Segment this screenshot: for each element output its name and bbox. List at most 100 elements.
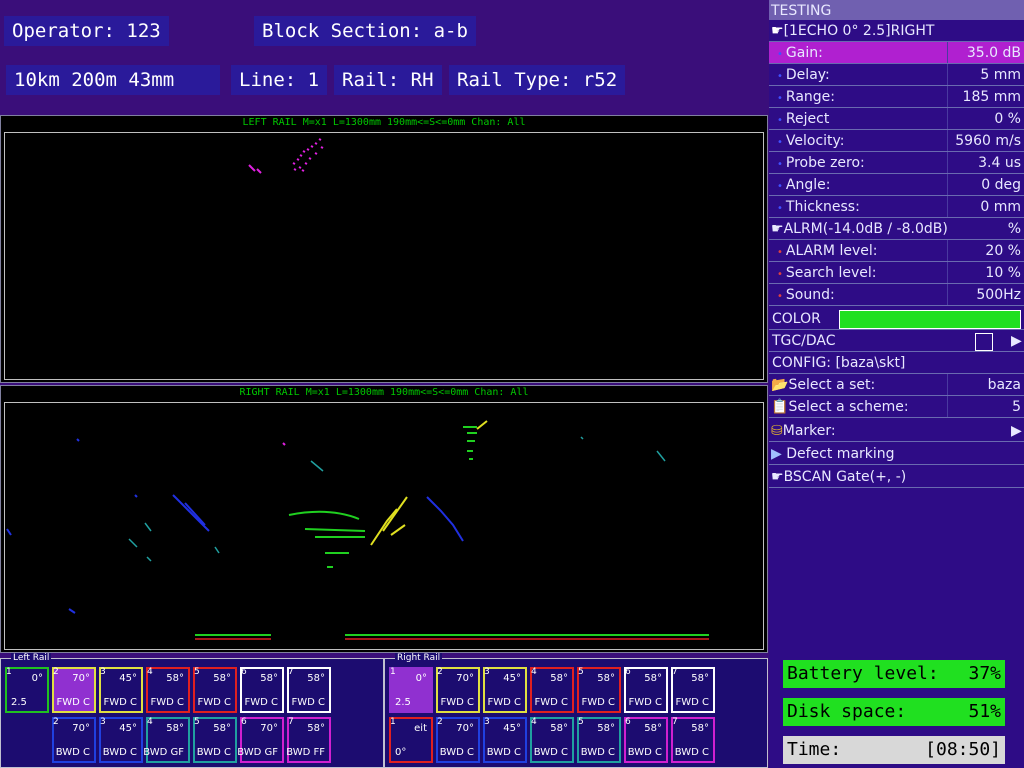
param-row[interactable]: • Probe zero: 3.4 us — [769, 152, 1024, 174]
channel-button[interactable]: 7 58° FWD C — [671, 667, 715, 713]
channel-number: 2 — [53, 717, 59, 727]
channel-button[interactable]: 4 58° BWD GF — [143, 717, 190, 763]
left-rail-bscan[interactable]: LEFT RAIL M=x1 L=1300mm 190mm<=S<=0mm Ch… — [0, 115, 768, 383]
echo-channel-header[interactable]: ☛[1ECHO 0° 2.5]RIGHT — [769, 20, 1024, 42]
channel-button[interactable]: 1 eit 0° — [389, 717, 433, 763]
alarm-icon: ☛ — [771, 221, 784, 237]
bscan-gate-label: BSCAN Gate(+, -) — [783, 469, 907, 485]
channel-button[interactable]: 5 58° BWD C — [577, 717, 621, 763]
channel-button[interactable]: 5 58° BWD C — [193, 717, 237, 763]
channel-button[interactable]: 7 58° BWD FF — [286, 717, 331, 763]
param-row[interactable]: • Thickness: 0 mm — [769, 196, 1024, 218]
channel-button[interactable]: 5 58° FWD C — [577, 667, 621, 713]
channel-button[interactable]: 3 45° FWD C — [483, 667, 527, 713]
channel-button[interactable]: 1 0° 2.5 — [389, 667, 433, 713]
alarm-param-value: 500Hz — [976, 287, 1021, 303]
right-rail-bscan[interactable]: RIGHT RAIL M=x1 L=1300mm 190mm<=S<=0mm C… — [0, 385, 768, 653]
channel-mode: BWD C — [55, 747, 90, 758]
channel-button[interactable]: 6 70° BWD GF — [237, 717, 284, 763]
channel-mode: BWD C — [674, 747, 709, 758]
channel-angle: 58° — [691, 723, 709, 734]
channel-button[interactable]: 6 58° FWD C — [624, 667, 668, 713]
param-row[interactable]: • Velocity: 5960 m/s — [769, 130, 1024, 152]
channel-button[interactable]: 3 45° FWD C — [99, 667, 143, 713]
battery-label: Battery level: — [787, 663, 939, 684]
channel-button[interactable]: 4 58° FWD C — [530, 667, 574, 713]
param-label-text: Range: — [785, 89, 835, 105]
tgc-dac-arrow-icon[interactable]: ▶ — [1011, 330, 1022, 352]
color-label: COLOR — [772, 311, 821, 327]
param-row[interactable]: • Reject 0 % — [769, 108, 1024, 130]
channel-number: 5 — [578, 717, 584, 727]
alarm-header[interactable]: ☛ALRM(-14.0dB / -8.0dB) % — [769, 218, 1024, 240]
marker-arrow-icon[interactable]: ▶ — [1011, 420, 1022, 442]
channel-number: 4 — [147, 717, 153, 727]
channel-button[interactable]: 7 58° FWD C — [287, 667, 331, 713]
channel-number: 3 — [484, 717, 490, 727]
bullet-icon: • — [777, 247, 783, 258]
channel-angle: 0° — [31, 673, 43, 684]
alarm-param-row[interactable]: • Search level: 10 % — [769, 262, 1024, 284]
channel-button[interactable]: 3 45° BWD C — [483, 717, 527, 763]
channel-button[interactable]: 2 70° BWD C — [436, 717, 480, 763]
channel-button[interactable]: 2 70° FWD C — [52, 667, 96, 713]
alarm-param-value: 20 % — [985, 243, 1021, 259]
channel-mode: BWD C — [102, 747, 137, 758]
channel-number: 1 — [390, 717, 396, 727]
param-label: • Probe zero: — [777, 152, 865, 176]
tgc-dac-checkbox[interactable] — [975, 333, 993, 351]
left-rail-channels: Left Rail 1 0° 2.5 2 70° FWD C 3 45° FWD C 4 58° FW… — [0, 653, 384, 768]
channel-button[interactable]: 7 58° BWD C — [671, 717, 715, 763]
select-scheme-label: Select a scheme: — [788, 399, 909, 415]
param-row[interactable]: • Delay: 5 mm — [769, 64, 1024, 86]
param-label: • Range: — [777, 86, 835, 110]
channel-angle: 45° — [503, 673, 521, 684]
alarm-param-row[interactable]: • ALARM level: 20 % — [769, 240, 1024, 262]
channel-mode: BWD FF — [286, 747, 325, 758]
channel-button[interactable]: 3 45° BWD C — [99, 717, 143, 763]
defect-marking-row[interactable]: ▶ Defect marking — [769, 443, 1024, 465]
channel-button[interactable]: 5 58° FWD C — [193, 667, 237, 713]
echo-header-text: [1ECHO 0° 2.5]RIGHT — [783, 23, 935, 39]
param-label-text: Probe zero: — [785, 155, 865, 171]
channel-angle: 58° — [597, 723, 615, 734]
marker-row[interactable]: ⛁Marker: ▶ — [769, 420, 1024, 442]
select-set-row[interactable]: 📂Select a set: baza — [769, 374, 1024, 396]
tgc-dac-label: TGC/DAC — [772, 333, 836, 349]
channel-button[interactable]: 2 70° BWD C — [52, 717, 96, 763]
channel-button[interactable]: 1 0° 2.5 — [5, 667, 49, 713]
param-row[interactable]: • Angle: 0 deg — [769, 174, 1024, 196]
alarm-param-row[interactable]: • Sound: 500Hz — [769, 284, 1024, 306]
channel-angle: 58° — [213, 673, 231, 684]
tgc-dac-row[interactable]: TGC/DAC ▶ — [769, 330, 1024, 352]
disk-status: Disk space: 51% — [783, 698, 1005, 726]
select-set-separator — [947, 374, 948, 395]
channel-button[interactable]: 4 58° BWD C — [530, 717, 574, 763]
left-rail-scan-title: LEFT RAIL M=x1 L=1300mm 190mm<=S<=0mm Ch… — [242, 117, 526, 128]
param-label: • Thickness: — [777, 196, 860, 220]
channel-button[interactable]: 4 58° FWD C — [146, 667, 190, 713]
channel-button[interactable]: 6 58° FWD C — [240, 667, 284, 713]
color-swatch[interactable] — [839, 310, 1021, 329]
channel-angle: 58° — [550, 723, 568, 734]
param-label: • Gain: — [777, 42, 823, 66]
clipboard-icon: 📋 — [771, 399, 789, 415]
channel-angle: 70° — [456, 723, 474, 734]
select-scheme-row[interactable]: 📋Select a scheme: 5 — [769, 396, 1024, 418]
param-row[interactable]: • Gain: 35.0 dB — [769, 42, 1024, 64]
battery-status: Battery level: 37% — [783, 660, 1005, 688]
disk-value: 51% — [968, 701, 1001, 722]
channel-button[interactable]: 6 58° BWD C — [624, 717, 668, 763]
channel-number: 1 — [390, 667, 396, 677]
channel-angle: 58° — [307, 673, 325, 684]
param-row[interactable]: • Range: 185 mm — [769, 86, 1024, 108]
param-separator — [947, 196, 948, 217]
channel-button[interactable]: 2 70° FWD C — [436, 667, 480, 713]
right-rail-echo-plot — [6, 420, 709, 640]
param-separator — [947, 108, 948, 129]
bscan-gate-row[interactable]: ☛BSCAN Gate(+, -) — [769, 466, 1024, 488]
channel-angle: 58° — [166, 673, 184, 684]
param-value: 185 mm — [962, 89, 1021, 105]
channel-angle: 58° — [644, 673, 662, 684]
color-row[interactable]: COLOR — [769, 308, 1024, 330]
